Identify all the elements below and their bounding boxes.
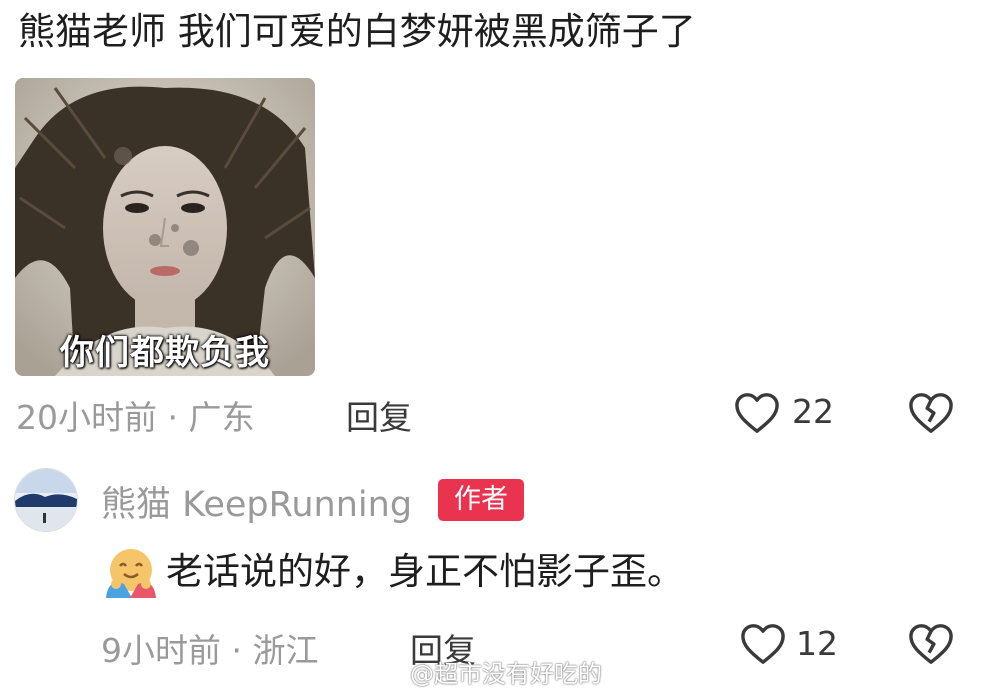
reply-time-location: 9小时前 · 浙江 xyxy=(101,631,319,670)
hugging-face-icon xyxy=(106,549,156,598)
comment-reply-button[interactable]: 回复 xyxy=(346,391,412,439)
reply-like-count: 12 xyxy=(796,624,838,663)
watermark: @超市没有好吃的 xyxy=(410,660,602,688)
comment-time-location: 20小时前 · 广东 xyxy=(16,398,255,437)
avatar[interactable] xyxy=(14,468,78,532)
reply-text: 老话说的好，身正不怕影子歪。 xyxy=(166,550,684,593)
comment-like-count: 22 xyxy=(792,392,834,431)
comment-text: 熊猫老师 我们可爱的白梦妍被黑成筛子了 xyxy=(18,10,696,53)
comment-thread: 熊猫老师 我们可爱的白梦妍被黑成筛子了 你们都欺负我 20小时前 · 广东 回复… xyxy=(0,0,1005,696)
broken-heart-icon[interactable] xyxy=(908,622,954,666)
heart-outline-icon[interactable] xyxy=(740,622,786,666)
broken-heart-icon[interactable] xyxy=(908,391,954,435)
author-badge: 作者 xyxy=(438,479,524,521)
comment-sticker-image[interactable]: 你们都欺负我 xyxy=(15,78,315,376)
heart-outline-icon[interactable] xyxy=(734,391,780,435)
avatar-image xyxy=(15,469,77,531)
reply-username[interactable]: 熊猫 KeepRunning xyxy=(101,476,412,527)
sticker-caption: 你们都欺负我 xyxy=(60,333,270,373)
